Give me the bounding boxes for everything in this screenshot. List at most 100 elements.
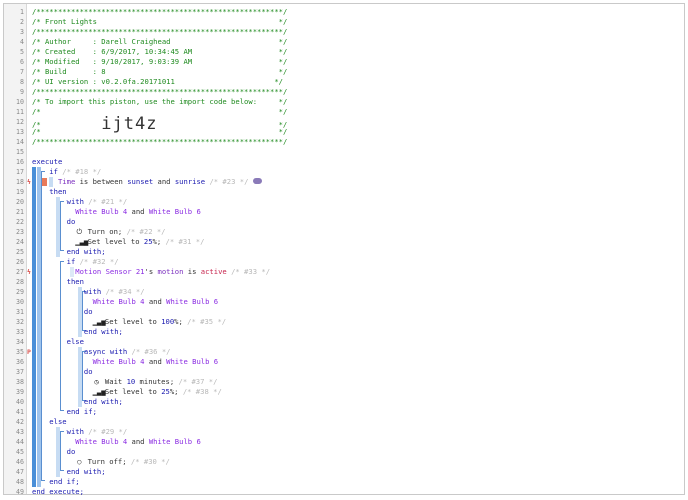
code-line[interactable]: 14 /*************************************… <box>4 137 684 147</box>
code-line[interactable]: 24 ▁▃▅ Set level to 25%; /* #31 */ <box>4 237 684 247</box>
code-line[interactable]: 2 /* Front Lights */ <box>4 17 684 27</box>
code-line[interactable]: 15 <box>4 147 684 157</box>
code-token: active <box>200 267 227 276</box>
code-line[interactable]: 45 do <box>4 447 684 457</box>
code-token: if <box>32 167 63 176</box>
code-line[interactable]: 39 ▁▃▅ Set level to 25%; /* #38 */ <box>4 387 684 397</box>
code-text: do <box>32 447 76 457</box>
code-line[interactable]: 32 ▁▃▅ Set level to 100%; /* #35 */ <box>4 317 684 327</box>
code-text: ▁▃▅ Set level to 25%; /* #38 */ <box>32 387 222 397</box>
code-text: do <box>32 217 76 227</box>
code-line[interactable]: 20 with /* #21 */ <box>4 197 684 207</box>
code-line[interactable]: 17 if /* #18 */ <box>4 167 684 177</box>
code-text: /* */ <box>32 127 287 137</box>
code-line[interactable]: 16 execute <box>4 157 684 167</box>
line-number: 17 <box>16 168 24 176</box>
line-number: 1 <box>20 8 24 16</box>
code-line[interactable]: 9 /**************************************… <box>4 87 684 97</box>
code-line[interactable]: 47 end with; <box>4 467 684 477</box>
code-text: /***************************************… <box>32 137 287 147</box>
code-token: if <box>32 257 80 266</box>
code-text: White Bulb 4 and White Bulb 6 <box>32 297 219 307</box>
condition-toggle-icon[interactable] <box>252 178 262 184</box>
code-text: White Bulb 4 and White Bulb 6 <box>32 357 219 367</box>
code-line[interactable]: 34 else <box>4 337 684 347</box>
code-line[interactable]: 13 /* */ <box>4 127 684 137</box>
code-token: /* #38 */ <box>182 387 222 396</box>
action-icon: ▁▃▅ <box>92 387 106 396</box>
code-token: /* #18 */ <box>62 167 102 176</box>
code-line[interactable]: 22 do <box>4 217 684 227</box>
code-text: /* Created : 6/9/2017, 10:34:45 AM */ <box>32 47 287 57</box>
code-token: /* #22 */ <box>126 227 166 236</box>
code-token: /* To import this piston, use the import… <box>32 97 288 106</box>
code-line[interactable]: 41 end if; <box>4 407 684 417</box>
code-line[interactable]: 31 do <box>4 307 684 317</box>
code-line[interactable]: 46 ○ Turn off; /* #30 */ <box>4 457 684 467</box>
code-line[interactable]: 40 end with; <box>4 397 684 407</box>
code-line[interactable]: 3 /**************************************… <box>4 27 684 37</box>
code-line[interactable]: 27 ϟ Motion Sensor 21's motion is active … <box>4 267 684 277</box>
code-token: /* #34 */ <box>105 287 145 296</box>
line-number: 14 <box>16 138 24 146</box>
code-text: with /* #34 */ <box>32 287 145 297</box>
code-token: %; <box>152 237 166 246</box>
code-line[interactable]: 33 end with; <box>4 327 684 337</box>
line-number: 36 <box>16 358 24 366</box>
code-line[interactable]: 38 ◷ Wait 10 minutes; /* #37 */ <box>4 377 684 387</box>
code-token: /* UI version : v0.2.0fa.20171011 */ <box>32 77 283 86</box>
code-line[interactable]: 12/* ijt4z */ <box>4 116 684 133</box>
code-text: /* Modified : 9/10/2017, 9:03:39 AM */ <box>32 57 287 67</box>
code-line[interactable]: 21 White Bulb 4 and White Bulb 6 <box>4 207 684 217</box>
code-line[interactable]: 1 /**************************************… <box>4 7 684 17</box>
code-line[interactable]: 44 White Bulb 4 and White Bulb 6 <box>4 437 684 447</box>
code-token: /* #33 */ <box>226 267 271 276</box>
line-number: 45 <box>16 448 24 456</box>
code-token: /* #30 */ <box>130 457 170 466</box>
code-line[interactable]: 48 end if; <box>4 477 684 487</box>
code-line[interactable]: 18 ϟ Time is between sunset and sunrise /… <box>4 177 684 187</box>
code-token: Motion Sensor 21 <box>32 267 145 276</box>
line-number: 8 <box>20 78 24 86</box>
code-token: /* #31 */ <box>165 237 205 246</box>
code-text: Motion Sensor 21's motion is active /* #… <box>32 267 270 277</box>
code-text: ▁▃▅ Set level to 100%; /* #35 */ <box>32 317 227 327</box>
code-line[interactable]: 29 with /* #34 */ <box>4 287 684 297</box>
code-line[interactable]: 25 end with; <box>4 247 684 257</box>
code-line[interactable]: 5 /* Created : 6/9/2017, 10:34:45 AM */ <box>4 47 684 57</box>
code-line[interactable]: 49 end execute; <box>4 487 684 497</box>
line-number: 22 <box>16 218 24 226</box>
code-token: Set level to <box>100 387 162 396</box>
code-line[interactable]: 28 then <box>4 277 684 287</box>
code-text: end with; <box>32 467 106 477</box>
line-number: 21 <box>16 208 24 216</box>
line-number: 2 <box>20 18 24 26</box>
code-token: /* #21 */ <box>88 197 128 206</box>
code-token: /***************************************… <box>32 137 288 146</box>
code-line[interactable]: 8 /* UI version : v0.2.0fa.20171011 */ <box>4 77 684 87</box>
code-text: ○ Turn off; /* #30 */ <box>32 457 170 467</box>
code-line[interactable]: 26 if /* #32 */ <box>4 257 684 267</box>
code-line[interactable]: 7 /* Build : 8 */ <box>4 67 684 77</box>
code-line[interactable]: 19 then <box>4 187 684 197</box>
code-line[interactable]: 36 White Bulb 4 and White Bulb 6 <box>4 357 684 367</box>
code-text: /* Author : Darell Craighead */ <box>32 37 287 47</box>
code-text: /***************************************… <box>32 7 287 17</box>
code-line[interactable]: 37 do <box>4 367 684 377</box>
code-token: end if; <box>32 407 97 416</box>
code-token: /* */ <box>32 107 288 116</box>
code-token: White Bulb 4 <box>32 297 145 306</box>
line-number: 24 <box>16 238 24 246</box>
code-line[interactable]: 23 ⏻ Turn on; /* #22 */ <box>4 227 684 237</box>
code-line[interactable]: 35 P async with /* #36 */ <box>4 347 684 357</box>
code-line[interactable]: 4 /* Author : Darell Craighead */ <box>4 37 684 47</box>
code-line[interactable]: 6 /* Modified : 9/10/2017, 9:03:39 AM */ <box>4 57 684 67</box>
code-token: /* Author : Darell Craighead */ <box>32 37 288 46</box>
code-line[interactable]: 42 else <box>4 417 684 427</box>
code-token: with <box>32 427 89 436</box>
code-line[interactable]: 30 White Bulb 4 and White Bulb 6 <box>4 297 684 307</box>
code-token: Set level to <box>100 317 162 326</box>
code-line[interactable]: 43 with /* #29 */ <box>4 427 684 437</box>
code-line[interactable]: 10 /* To import this piston, use the impo… <box>4 97 684 107</box>
